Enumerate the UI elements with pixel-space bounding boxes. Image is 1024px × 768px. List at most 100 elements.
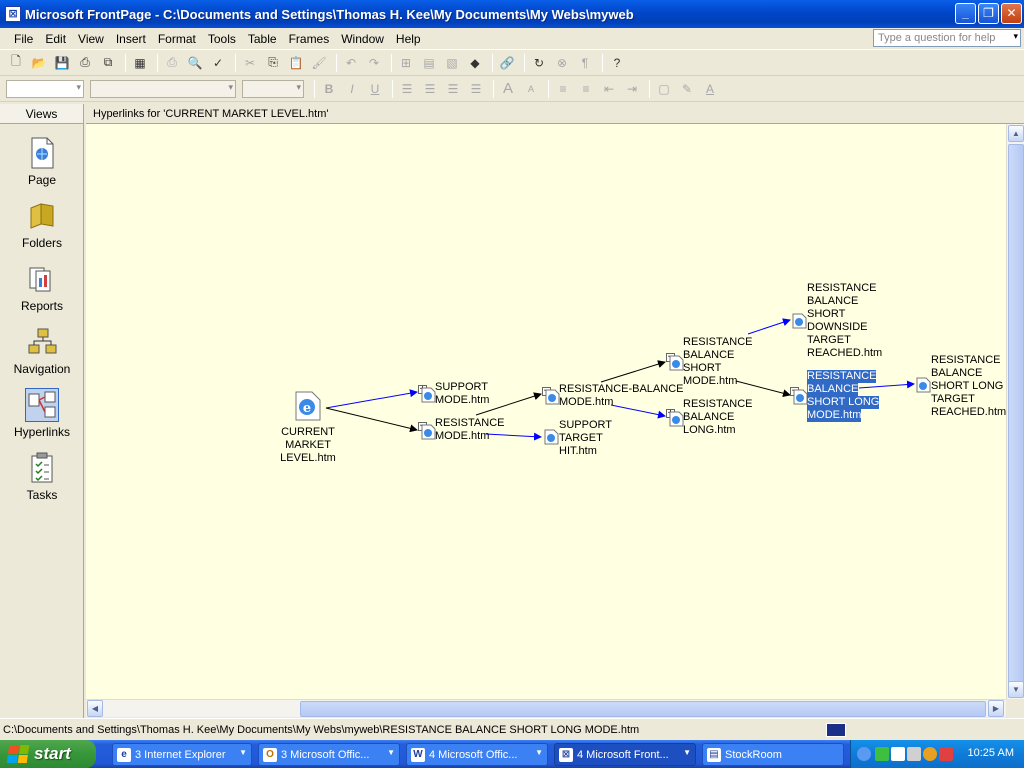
security-icon[interactable] xyxy=(939,747,953,761)
vertical-scrollbar[interactable]: ▲ ▼ xyxy=(1006,124,1024,699)
node-label-line: LEVEL.htm xyxy=(280,452,336,464)
redo-icon[interactable]: ↷ xyxy=(364,53,384,73)
menu-format[interactable]: Format xyxy=(152,32,202,46)
scroll-up-icon[interactable]: ▲ xyxy=(1008,125,1024,142)
highlight-icon[interactable]: ✎ xyxy=(677,79,697,99)
view-page[interactable]: Page xyxy=(0,136,84,196)
view-folders[interactable]: Folders xyxy=(0,199,84,259)
start-button[interactable]: start xyxy=(0,740,96,768)
spelling-icon[interactable]: ✓ xyxy=(208,53,228,73)
underline-icon[interactable]: U xyxy=(365,79,385,99)
publish-icon[interactable]: ⎙ xyxy=(75,53,95,73)
network-icon[interactable] xyxy=(875,747,889,761)
preview-icon[interactable]: 🔍 xyxy=(185,53,205,73)
increase-indent-icon[interactable]: ⇥ xyxy=(622,79,642,99)
menu-frames[interactable]: Frames xyxy=(283,32,336,46)
numbering-icon[interactable]: ≡ xyxy=(553,79,573,99)
toolbar-separator xyxy=(157,53,158,72)
chevron-down-icon: ▼ xyxy=(387,748,395,757)
view-navigation[interactable]: Navigation xyxy=(0,325,84,385)
print-icon[interactable]: ⎙ xyxy=(162,53,182,73)
menu-tools[interactable]: Tools xyxy=(202,32,242,46)
view-label: Tasks xyxy=(26,488,58,502)
new-page-icon[interactable]: 🗋 xyxy=(6,53,26,73)
close-button[interactable]: ✕ xyxy=(1001,3,1022,24)
vertical-scroll-thumb[interactable] xyxy=(1008,144,1024,692)
decrease-font-icon[interactable]: A xyxy=(521,79,541,99)
ie-page-icon xyxy=(669,355,684,371)
hyperlink-icon[interactable]: 🔗 xyxy=(497,53,517,73)
node-label-line: RESISTANCE xyxy=(683,398,753,410)
monitor-icon[interactable] xyxy=(891,747,905,761)
web-component-icon[interactable]: ⊞ xyxy=(396,53,416,73)
bold-icon[interactable]: B xyxy=(319,79,339,99)
bullets-icon[interactable]: ≡ xyxy=(576,79,596,99)
restore-button[interactable]: ❐ xyxy=(978,3,999,24)
drawing-icon[interactable]: ◆ xyxy=(465,53,485,73)
scroll-left-icon[interactable]: ◀ xyxy=(87,700,103,717)
node-label-line: BALANCE xyxy=(807,295,859,307)
hyperlinks-canvas[interactable]: e CURRENT MARKET LEVEL.htm + SUPPORT MOD… xyxy=(86,124,1006,699)
menu-window[interactable]: Window xyxy=(335,32,390,46)
chevron-down-icon[interactable]: ▾ xyxy=(1013,31,1018,42)
stop-icon[interactable]: ⊗ xyxy=(552,53,572,73)
horizontal-scrollbar[interactable]: ◀ ▶ xyxy=(86,699,1006,717)
font-size-combo[interactable] xyxy=(242,79,304,98)
minimize-button[interactable]: _ xyxy=(955,3,976,24)
scroll-down-icon[interactable]: ▼ xyxy=(1008,681,1024,698)
decrease-indent-icon[interactable]: ⇤ xyxy=(599,79,619,99)
open-folder-icon[interactable]: 📂 xyxy=(29,53,49,73)
layout-tables-icon[interactable]: ▦ xyxy=(130,53,150,73)
menu-insert[interactable]: Insert xyxy=(110,32,152,46)
printer-icon[interactable] xyxy=(907,747,921,761)
taskbar-internet-explorer[interactable]: e 3 Internet Explorer ▼ xyxy=(112,743,252,766)
show-all-icon[interactable]: ¶ xyxy=(575,53,595,73)
menu-view[interactable]: View xyxy=(72,32,110,46)
system-tray: 10:25 AM xyxy=(850,740,1024,768)
ask-question-input[interactable]: Type a question for help ▾ xyxy=(873,29,1021,47)
undo-icon[interactable]: ↶ xyxy=(341,53,361,73)
view-tasks[interactable]: Tasks xyxy=(0,451,84,511)
align-center-icon[interactable]: ☰ xyxy=(420,79,440,99)
menu-file[interactable]: File xyxy=(8,32,39,46)
style-combo[interactable] xyxy=(6,79,84,98)
horizontal-scroll-thumb[interactable] xyxy=(300,701,986,717)
font-combo[interactable] xyxy=(90,79,236,98)
copy-icon[interactable]: ⎘ xyxy=(263,53,283,73)
align-left-icon[interactable]: ☰ xyxy=(397,79,417,99)
increase-font-icon[interactable]: A xyxy=(498,79,518,99)
scroll-right-icon[interactable]: ▶ xyxy=(988,700,1004,717)
taskbar-microsoft-frontpage[interactable]: ⊠ 4 Microsoft Front... ▼ xyxy=(554,743,696,766)
align-right-icon[interactable]: ☰ xyxy=(443,79,463,99)
taskbar-microsoft-office-1[interactable]: O 3 Microsoft Offic... ▼ xyxy=(258,743,400,766)
paste-icon[interactable]: 📋 xyxy=(286,53,306,73)
font-color-icon[interactable]: A xyxy=(700,79,720,99)
toolbar-separator xyxy=(392,79,393,98)
node-label-line: TARGET xyxy=(931,393,975,405)
page-view-icon xyxy=(25,136,59,170)
menu-table[interactable]: Table xyxy=(242,32,283,46)
frontpage-app-icon[interactable]: ⊠ xyxy=(5,6,21,22)
show-hidden-icons-icon[interactable] xyxy=(857,747,871,761)
connection-status-icon xyxy=(826,723,846,737)
format-painter-icon[interactable]: 🖌 xyxy=(309,53,329,73)
taskbar-clock[interactable]: 10:25 AM xyxy=(968,747,1014,759)
justify-icon[interactable]: ☰ xyxy=(466,79,486,99)
insert-picture-icon[interactable]: ▧ xyxy=(442,53,462,73)
save-icon[interactable]: 💾 xyxy=(52,53,72,73)
node-label-line: BALANCE xyxy=(931,367,983,379)
refresh-icon[interactable]: ↻ xyxy=(529,53,549,73)
help-icon[interactable]: ? xyxy=(607,53,627,73)
view-reports[interactable]: Reports xyxy=(0,262,84,322)
italic-icon[interactable]: I xyxy=(342,79,362,99)
copy-web-icon[interactable]: ⧉ xyxy=(98,53,118,73)
insert-table-icon[interactable]: ▤ xyxy=(419,53,439,73)
clock-app-icon[interactable] xyxy=(923,747,937,761)
cut-icon[interactable]: ✂ xyxy=(240,53,260,73)
menu-edit[interactable]: Edit xyxy=(39,32,72,46)
taskbar-microsoft-office-2[interactable]: W 4 Microsoft Offic... ▼ xyxy=(406,743,548,766)
view-hyperlinks[interactable]: Hyperlinks xyxy=(0,388,84,448)
menu-help[interactable]: Help xyxy=(390,32,427,46)
borders-icon[interactable]: ▢ xyxy=(654,79,674,99)
taskbar-stockroom[interactable]: ▤ StockRoom xyxy=(702,743,844,766)
